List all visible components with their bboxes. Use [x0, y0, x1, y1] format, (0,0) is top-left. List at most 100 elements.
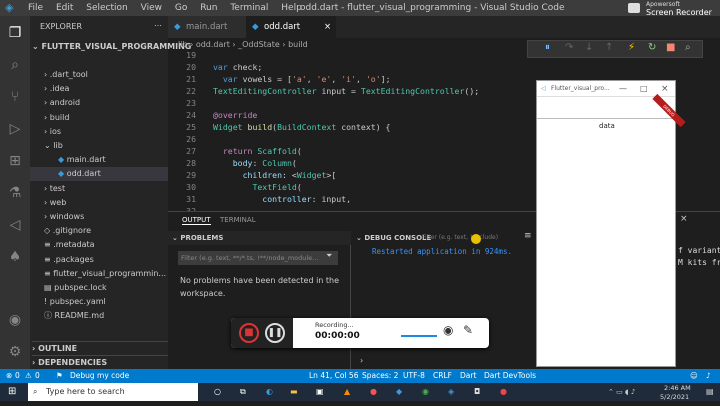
menu-view[interactable]: View	[141, 3, 162, 13]
menu-lines-icon[interactable]: ≡	[524, 231, 532, 241]
taskbar-search[interactable]: ⌕ Type here to search	[28, 383, 198, 401]
folder-item[interactable]: › .idea	[30, 82, 69, 96]
folder-item[interactable]: › .dart_tool	[30, 68, 88, 82]
indentation[interactable]: Spaces: 2	[362, 369, 398, 383]
file-item[interactable]: ! pubspec.yaml	[30, 295, 106, 309]
step-into-icon[interactable]: ↓	[585, 42, 593, 53]
bell-icon[interactable]: ♪	[706, 369, 711, 383]
breadcrumb-class[interactable]: _OddState	[238, 40, 280, 49]
cortana-icon[interactable]: ○	[214, 383, 221, 401]
file-item[interactable]: ◆ odd.dart	[30, 167, 168, 182]
folder-item[interactable]: › android	[30, 96, 80, 110]
app-icon[interactable]: ◆	[396, 383, 402, 401]
leaf-icon[interactable]: ♠	[6, 248, 24, 266]
file-item[interactable]: ◇ .gitignore	[30, 224, 91, 238]
stop-icon[interactable]: ■	[666, 42, 675, 53]
extensions-icon[interactable]: ⊞	[6, 152, 24, 170]
menu-file[interactable]: File	[28, 3, 43, 13]
tab-output[interactable]: OUTPUT	[182, 216, 211, 225]
file-item[interactable]: ≡ .metadata	[30, 238, 95, 252]
app-icon[interactable]: ●	[370, 383, 377, 401]
problems-header[interactable]: ⌄ PROBLEMS	[168, 231, 351, 245]
explorer-icon[interactable]: ❐	[6, 24, 24, 42]
chrome-icon[interactable]: ◉	[422, 383, 429, 401]
dependencies-section[interactable]: › DEPENDENCIES	[32, 355, 168, 369]
maximize-icon[interactable]: □	[640, 81, 648, 97]
close-icon[interactable]: ×	[324, 16, 331, 38]
task-view-icon[interactable]: ⧉	[240, 383, 246, 401]
store-icon[interactable]: ▣	[316, 383, 324, 401]
step-over-icon[interactable]: ↷	[565, 42, 573, 53]
menu-go[interactable]: Go	[175, 3, 187, 13]
problems-filter-input[interactable]: Filter (e.g. text, **/*.ts, !**/node_mod…	[178, 251, 338, 265]
file-item[interactable]: ≡ .packages	[30, 253, 94, 267]
debug-target[interactable]: Debug my code	[70, 369, 129, 383]
error-icon[interactable]: ⊗	[6, 369, 12, 383]
menu-edit[interactable]: Edit	[56, 3, 73, 13]
folder-item[interactable]: › windows	[30, 210, 84, 224]
file-item[interactable]: ◆ main.dart	[30, 153, 106, 167]
folder-item[interactable]: › web	[30, 196, 66, 210]
vscode-taskbar-icon[interactable]: ◈	[448, 383, 454, 401]
breadcrumb-method[interactable]: build	[288, 40, 308, 49]
menu-help[interactable]: Help	[281, 3, 302, 13]
restart-icon[interactable]: ↻	[648, 42, 656, 53]
folder-item[interactable]: › ios	[30, 125, 61, 139]
folder-item[interactable]: › build	[30, 111, 69, 125]
filter-icon[interactable]: ⏷	[326, 251, 332, 261]
inspect-icon[interactable]: ⌕	[685, 42, 691, 53]
file-item[interactable]: ⓘ README.md	[30, 309, 104, 323]
more-actions-icon[interactable]: …	[154, 19, 162, 28]
console-prompt-icon[interactable]: ›	[360, 356, 363, 365]
tab-main-dart[interactable]: ◆ main.dart	[168, 16, 246, 38]
breadcrumb-file[interactable]: odd.dart	[196, 40, 230, 49]
minimize-icon[interactable]: —	[619, 81, 627, 97]
language-mode[interactable]: Dart	[460, 369, 476, 383]
webcam-icon[interactable]: ◉	[443, 323, 453, 337]
step-out-icon[interactable]: ↑	[605, 42, 613, 53]
close-window-icon[interactable]: ×	[661, 81, 669, 97]
cursor-position[interactable]: Ln 41, Col 56	[309, 369, 358, 383]
stop-record-button[interactable]: ■	[239, 323, 259, 343]
folder-item[interactable]: › test	[30, 182, 65, 196]
folder-item[interactable]: ⌄ lib	[30, 139, 63, 153]
pen-icon[interactable]: ✎	[463, 323, 473, 337]
pause-record-button[interactable]: ❚❚	[265, 323, 285, 343]
menu-selection[interactable]: Selection	[86, 3, 127, 13]
breadcrumb-lib[interactable]: lib	[178, 40, 188, 49]
tab-odd-dart[interactable]: ◆ odd.dart ×	[246, 16, 336, 38]
windows-start-icon[interactable]: ⊞	[8, 383, 16, 401]
source-control-icon[interactable]: ⑂	[6, 88, 24, 106]
encoding[interactable]: UTF-8	[403, 369, 425, 383]
line-ending[interactable]: CRLF	[433, 369, 452, 383]
explorer-sidebar: EXPLORER … ⌄ FLUTTER_VISUAL_PROGRAMMING …	[30, 16, 191, 369]
clock-date[interactable]: 5/2/2021	[660, 388, 689, 406]
app-icon[interactable]: ◘	[474, 383, 480, 401]
pause-icon[interactable]: ⏸	[545, 42, 550, 53]
hot-reload-icon[interactable]: ⚡	[628, 42, 635, 53]
volume-slider[interactable]	[401, 335, 437, 337]
tray-icons[interactable]: ⌃ ▭ ◖ ♪	[608, 383, 635, 401]
account-icon[interactable]: ◉	[6, 311, 24, 329]
file-item[interactable]: ▤ pubspec.lock	[30, 281, 107, 295]
flutter-icon[interactable]: ◁	[6, 216, 24, 234]
vlc-icon[interactable]: ▲	[344, 383, 350, 401]
file-item[interactable]: ≡ flutter_visual_programmin...	[30, 267, 166, 281]
close-panel-icon[interactable]: ×	[680, 214, 688, 224]
run-debug-icon[interactable]: ▷	[6, 120, 24, 138]
menu-run[interactable]: Run	[200, 3, 217, 13]
menu-terminal[interactable]: Terminal	[230, 3, 268, 13]
flutter-app-window[interactable]: ◁ Flutter_visual_pro... — □ × data DEBUG	[536, 80, 686, 367]
devtools[interactable]: Dart DevTools	[484, 369, 536, 383]
feedback-icon[interactable]: ☺	[690, 369, 698, 383]
search-icon[interactable]: ⌕	[6, 56, 24, 74]
notification-icon[interactable]: ▤	[706, 383, 714, 401]
outline-section[interactable]: › OUTLINE	[32, 341, 168, 355]
gear-icon[interactable]: ⚙	[6, 343, 24, 361]
edge-icon[interactable]: ◐	[266, 383, 273, 401]
testing-icon[interactable]: ⚗	[6, 184, 24, 202]
warning-icon[interactable]: ⚠	[25, 369, 32, 383]
recorder-taskbar-icon[interactable]: ●	[500, 383, 507, 401]
file-explorer-icon[interactable]: ▬	[290, 383, 298, 401]
tab-terminal[interactable]: TERMINAL	[220, 216, 256, 224]
